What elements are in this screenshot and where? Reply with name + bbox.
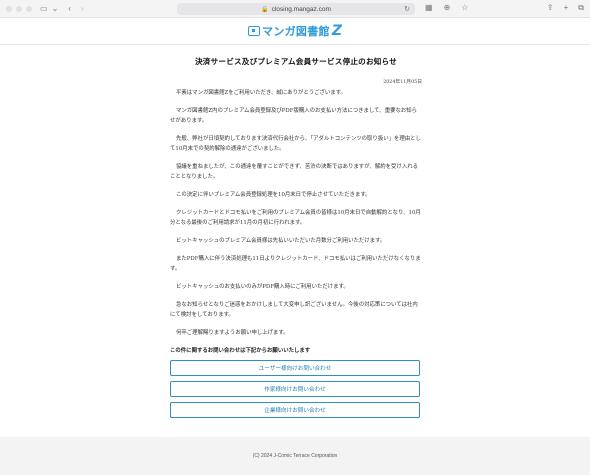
paragraph: この決定に伴いプレミアム会員登録処理を10月末日で停止させていただきます。 — [176, 192, 371, 198]
main-content: 決済サービス及びプレミアム会員サービス停止のお知らせ 2024年11月05日 平… — [170, 56, 422, 423]
paragraph: 何卒ご理解賜りますようお願い申し上げます。 — [176, 330, 289, 336]
browser-toolbar: ▭ ⌄ ‹ › 🔒 closing.mangaz.com ↻ ▦ ⊕ ☆ ⇪ +… — [0, 0, 590, 18]
paragraph: またPDF購入に伴う決済処理も11日よりクレジットカード、ドコモ払いはご利用いた… — [170, 256, 421, 272]
book-logo-icon — [248, 26, 261, 36]
paragraph: ビットキャッシュのお支払いのみがPDF購入時にご利用いただけます。 — [176, 284, 349, 290]
back-icon[interactable]: ‹ — [68, 4, 71, 13]
reload-icon[interactable]: ↻ — [404, 5, 410, 13]
paragraph: 協議を重ねましたが、この通達を覆すことができず、苦渋の決断ではありますが、解約を… — [170, 164, 418, 180]
url-text: closing.mangaz.com — [271, 5, 331, 13]
paragraph: 平素はマンガ図書館Zをご利用いただき、誠にありがとうございます。 — [176, 90, 346, 96]
logo-text: マンガ図書館 — [262, 25, 330, 38]
contact-heading: この件に関するお問い合わせは下記からお願いいたします — [170, 348, 311, 354]
corporate-contact-button[interactable]: 企業様向けお問い合わせ — [170, 402, 420, 418]
maximize-window-button[interactable] — [26, 5, 32, 12]
logo-z: Z — [331, 23, 342, 39]
page-title: 決済サービス及びプレミアム会員サービス停止のお知らせ — [195, 57, 397, 66]
minimize-window-button[interactable] — [16, 5, 22, 12]
tabs-overview-icon[interactable]: ⧉ — [578, 3, 584, 13]
paragraph: クレジットカードとドコモ払いをご利用のプレミアム会員の皆様は10月末日で自動解約… — [170, 210, 421, 226]
close-window-button[interactable] — [6, 5, 12, 12]
user-contact-button[interactable]: ユーザー様向けお問い合わせ — [170, 360, 420, 376]
extension-icon[interactable]: ⊕ — [444, 3, 451, 12]
paragraph: 先般、弊社が日頃契約しております決済代行会社から、「アダルトコンテンツの取り扱い… — [170, 136, 421, 152]
lock-icon: 🔒 — [261, 6, 269, 13]
paragraph: 急なお知らせとなりご迷惑をおかけしまして大変申し訳ございません。今後の対応策につ… — [170, 302, 418, 318]
paragraph: ビットキャッシュのプレミアム会員様は先払いいただいた月数分ご利用いただけます。 — [176, 238, 386, 244]
paragraph: マンガ図書館Z内のプレミアム会員登録及びPDF版購入のお支払い方法につきまして、… — [170, 108, 418, 124]
sidebar-toggle-icon[interactable]: ▭ — [40, 4, 48, 13]
bookmark-star-icon[interactable]: ☆ — [461, 3, 468, 12]
toolbar-extensions: ▦ ⊕ ☆ — [425, 3, 468, 12]
copyright-text: (C) 2024 J-Comic Terrace Corporation — [252, 453, 338, 459]
site-footer: (C) 2024 J-Comic Terrace Corporation — [0, 437, 590, 475]
site-logo[interactable]: マンガ図書館 Z — [248, 23, 342, 39]
new-tab-icon[interactable]: + — [564, 3, 569, 13]
share-icon[interactable]: ⇪ — [547, 3, 554, 13]
window-controls — [6, 5, 32, 12]
grid-icon[interactable]: ▦ — [425, 3, 433, 12]
author-contact-button[interactable]: 作家様向けお問い合わせ — [170, 381, 420, 397]
publish-date: 2024年11月05日 — [383, 80, 422, 85]
toolbar-actions: ⇪ + ⧉ — [547, 3, 584, 13]
chevron-down-icon[interactable]: ⌄ — [52, 4, 59, 13]
site-header: マンガ図書館 Z — [0, 18, 590, 45]
address-bar[interactable]: 🔒 closing.mangaz.com ↻ — [177, 3, 415, 15]
forward-icon[interactable]: › — [81, 4, 84, 13]
